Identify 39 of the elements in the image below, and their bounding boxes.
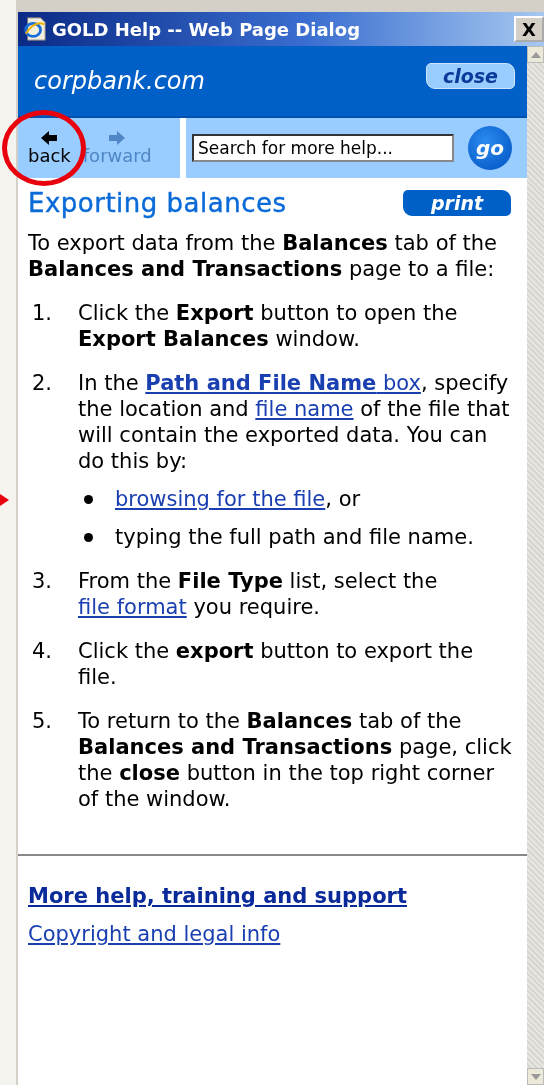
article-title: Exporting balances	[28, 188, 287, 218]
step-text: To return to the Balances tab of the Balances and Transactions page, click the close button in the top right corner of the window.	[78, 708, 513, 812]
step-number: 3.	[31, 568, 54, 595]
close-window-button[interactable]: X	[514, 16, 544, 42]
help-link[interactable]: file format	[78, 595, 187, 619]
help-link[interactable]: file name	[255, 397, 354, 421]
window-title: GOLD Help -- Web Page Dialog	[52, 18, 362, 40]
step-text: From the File Type list, select the file format you require.	[78, 568, 439, 620]
right-arrow-icon	[109, 130, 126, 145]
search-field[interactable]: Search for more help...	[192, 134, 454, 162]
help-link[interactable]: Path and File Name	[145, 371, 377, 395]
intro-paragraph: To export data from the Balances tab of the Balances and Transactions page to a file:	[28, 230, 498, 282]
legal-link[interactable]: Copyright and legal info	[28, 922, 281, 946]
browser-page-icon	[22, 16, 48, 42]
step-number: 2.	[31, 370, 54, 397]
bullet-text: browsing for the file, or	[115, 486, 361, 512]
go-button[interactable]: go	[468, 126, 512, 170]
step-number: 5.	[31, 708, 54, 735]
step-number: 4.	[31, 638, 54, 665]
up-arrow-icon	[530, 51, 541, 58]
step-text: Click the export button to export the file.	[78, 638, 475, 690]
down-arrow-icon	[530, 1073, 541, 1080]
bullet-text: typing the full path and file name.	[115, 524, 474, 550]
bullet-icon	[84, 533, 93, 542]
print-button[interactable]: print	[402, 190, 511, 216]
step-text: Click the Export button to open the Export Balances window.	[78, 300, 459, 352]
left-arrow-icon	[41, 130, 58, 145]
close-button[interactable]: close	[425, 63, 515, 89]
scroll-up-button[interactable]	[527, 46, 544, 63]
scrollbar[interactable]	[527, 46, 544, 1085]
scroll-down-button[interactable]	[527, 1068, 544, 1085]
support-link[interactable]: More help, training and support	[28, 884, 407, 908]
step-number: 1.	[31, 300, 54, 327]
bullet-icon	[84, 495, 93, 504]
brand-name: corpbank.com	[34, 67, 205, 95]
help-link[interactable]: box	[376, 371, 421, 395]
step-text: In the Path and File Name box, specify the location and file name of the file that will contain the exported data. You can do this by:	[78, 370, 511, 474]
back-button[interactable]: back	[28, 130, 71, 166]
help-link[interactable]: browsing for the file	[115, 487, 326, 511]
